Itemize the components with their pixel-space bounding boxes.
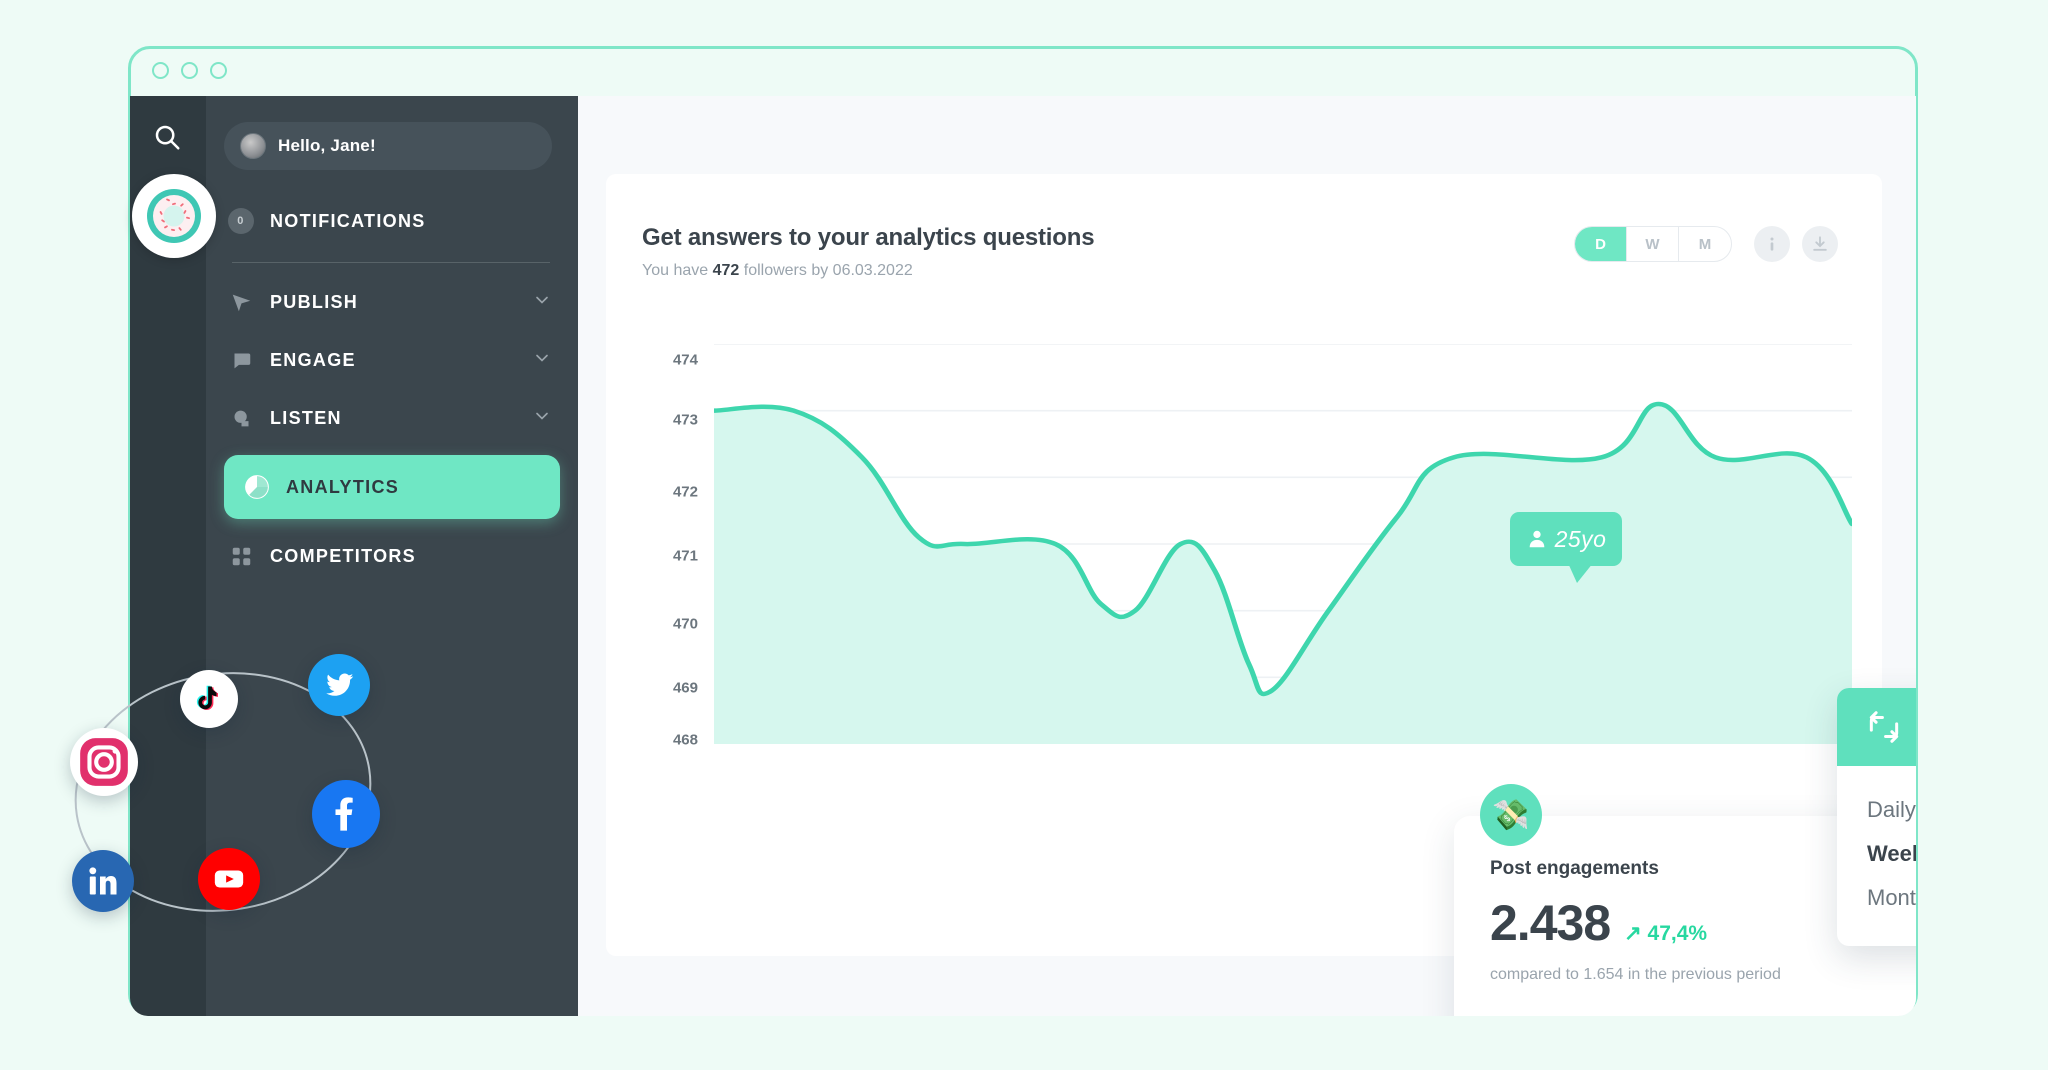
sidebar-item-engage[interactable]: ENGAGE xyxy=(206,331,578,389)
sidebar-item-label: ANALYTICS xyxy=(286,476,400,497)
greeting-label: Hello, Jane! xyxy=(278,136,376,155)
kpi-value: 2.438 xyxy=(1490,895,1611,951)
sidebar-item-label: PUBLISH xyxy=(270,291,359,312)
sidebar-item-label: COMPETITORS xyxy=(270,545,416,566)
repeat-sync-icon xyxy=(1869,711,1899,743)
sidebar-item-publish[interactable]: PUBLISH xyxy=(206,273,578,331)
youtube-icon[interactable] xyxy=(198,848,260,910)
notifications-badge: 0 xyxy=(228,208,254,234)
sidebar-item-analytics[interactable]: ANALYTICS xyxy=(224,455,560,519)
y-tick: 474 xyxy=(672,351,698,369)
sidebar-nav: 0 NOTIFICATIONS PUBLISH ENGAGE LISTEN AN… xyxy=(206,170,578,585)
tiktok-icon[interactable] xyxy=(180,670,238,728)
chevron-down-icon[interactable] xyxy=(532,290,552,315)
window-maximize-dot[interactable] xyxy=(210,62,227,79)
orbit-path xyxy=(74,672,372,912)
dropdown-option-weekly[interactable]: Weekly xyxy=(1837,832,1916,876)
card-header: Get answers to your analytics questions … xyxy=(642,224,1095,280)
sidebar-item-label: NOTIFICATIONS xyxy=(270,210,426,231)
chart-area-fill xyxy=(714,404,1852,744)
window-minimize-dot[interactable] xyxy=(181,62,198,79)
social-network-orbit xyxy=(60,650,480,1030)
sidebar-item-label: ENGAGE xyxy=(270,349,356,370)
kpi-comparison-note: compared to 1.654 in the previous period xyxy=(1490,966,1781,983)
chevron-down-icon[interactable] xyxy=(532,406,552,431)
dropdown-options: Daily Weekly Monthly xyxy=(1837,766,1916,946)
download-icon[interactable] xyxy=(1802,226,1838,262)
sidebar-item-notifications[interactable]: 0 NOTIFICATIONS xyxy=(206,192,578,250)
instagram-icon[interactable] xyxy=(70,728,138,796)
frequency-dropdown[interactable]: Daily Weekly Monthly xyxy=(1837,688,1916,946)
screenshot-root: Hello, Jane! 0 NOTIFICATIONS PUBLISH ENG… xyxy=(0,0,2048,1070)
info-icon[interactable] xyxy=(1754,226,1790,262)
competitors-icon xyxy=(228,546,254,567)
search-icon[interactable] xyxy=(152,122,182,157)
y-tick: 472 xyxy=(672,483,698,501)
person-icon xyxy=(1529,530,1544,548)
avatar xyxy=(240,133,266,159)
chart-plot-area xyxy=(711,343,1855,745)
y-tick: 468 xyxy=(672,731,698,749)
linkedin-icon[interactable] xyxy=(72,850,134,912)
y-tick: 470 xyxy=(672,615,698,633)
y-tick: 473 xyxy=(672,411,698,429)
dropdown-header[interactable] xyxy=(1837,688,1916,766)
sidebar-divider xyxy=(232,262,550,263)
pie-chart-icon xyxy=(244,473,270,501)
followers-subtitle: You have 472 followers by 06.03.2022 xyxy=(642,262,1094,280)
money-with-wings-icon: 💸 xyxy=(1480,784,1542,846)
user-greeting[interactable]: Hello, Jane! xyxy=(224,122,552,170)
followers-count: 472 xyxy=(712,262,740,279)
subtitle-pre: You have xyxy=(642,262,713,279)
y-tick: 471 xyxy=(672,547,698,565)
twitter-icon[interactable] xyxy=(308,654,370,716)
area-chart-svg xyxy=(711,343,1855,745)
age-bubble-label: 25yo xyxy=(1554,525,1607,552)
age-annotation-bubble: 25yo xyxy=(1510,512,1622,583)
y-tick: 469 xyxy=(672,679,698,697)
dropdown-option-monthly[interactable]: Monthly xyxy=(1837,876,1916,920)
main-canvas: Get answers to your analytics questions … xyxy=(578,96,1916,1016)
dropdown-option-daily[interactable]: Daily xyxy=(1837,788,1916,832)
facebook-icon[interactable] xyxy=(312,780,380,848)
range-option-w[interactable]: W xyxy=(1627,227,1679,261)
donut-logo-icon[interactable] xyxy=(132,174,216,258)
y-axis-labels: 474 473 472 471 470 469 468 xyxy=(642,344,698,749)
chat-bubble-icon xyxy=(228,350,254,371)
chevron-down-icon[interactable] xyxy=(532,348,552,373)
subtitle-post: followers by 06.03.2022 xyxy=(739,262,913,279)
sidebar-item-listen[interactable]: LISTEN xyxy=(206,389,578,447)
send-icon xyxy=(228,292,254,313)
sidebar-item-competitors[interactable]: COMPETITORS xyxy=(206,527,578,585)
sidebar-item-label: LISTEN xyxy=(270,407,342,428)
radar-icon xyxy=(228,408,254,429)
range-segmented-control[interactable]: D W M xyxy=(1574,226,1732,262)
range-option-m[interactable]: M xyxy=(1679,227,1731,261)
window-controls xyxy=(152,62,227,79)
window-close-dot[interactable] xyxy=(152,62,169,79)
followers-area-chart: 474 473 472 471 470 469 468 xyxy=(642,343,1855,784)
page-title: Get answers to your analytics questions xyxy=(642,224,1095,251)
range-option-d[interactable]: D xyxy=(1575,227,1627,261)
kpi-delta: ↗ 47,4% xyxy=(1624,922,1708,945)
